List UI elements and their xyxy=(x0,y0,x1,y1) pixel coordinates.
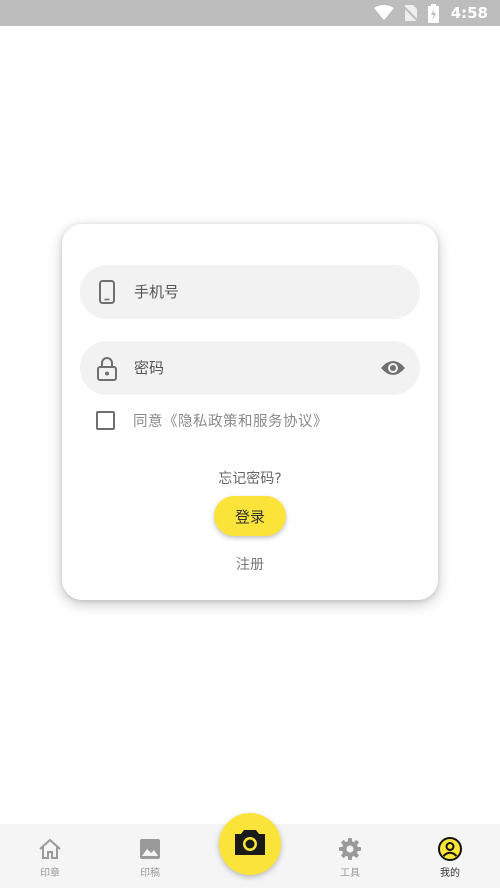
nav-item-tools[interactable]: 工具 xyxy=(320,824,380,884)
forgot-password-link[interactable]: 忘记密码? xyxy=(62,468,438,488)
profile-icon xyxy=(438,836,462,862)
nav-item-seal[interactable]: 印章 xyxy=(20,824,80,884)
agree-checkbox[interactable] xyxy=(96,411,115,430)
nav-label-draft: 印稿 xyxy=(140,868,160,879)
lock-icon xyxy=(96,355,118,381)
status-time: 4:58 xyxy=(450,4,488,22)
phone-field[interactable] xyxy=(80,265,420,319)
gear-icon xyxy=(338,836,362,862)
status-bar: 4:58 xyxy=(0,0,500,26)
login-screen: 4:58 手机号 同意《隐私政策和服务协议》 忘记密码? 登录 注册 印章 印稿… xyxy=(0,0,500,888)
login-card: 同意《隐私政策和服务协议》 忘记密码? 登录 注册 xyxy=(62,224,438,600)
password-field[interactable] xyxy=(80,341,420,395)
nav-label-tools: 工具 xyxy=(340,868,360,879)
home-icon xyxy=(38,836,62,862)
no-sim-icon xyxy=(403,4,418,22)
battery-charging-icon xyxy=(427,3,439,23)
phone-input[interactable] xyxy=(134,283,354,301)
nav-item-draft[interactable]: 印稿 xyxy=(120,824,180,884)
nav-label-mine: 我的 xyxy=(440,868,460,879)
image-icon xyxy=(139,836,161,862)
register-link[interactable]: 注册 xyxy=(62,554,438,574)
camera-icon xyxy=(233,828,267,860)
nav-label-seal: 印章 xyxy=(40,868,60,879)
agree-row: 同意《隐私政策和服务协议》 xyxy=(96,410,328,431)
agree-text[interactable]: 同意《隐私政策和服务协议》 xyxy=(133,410,328,431)
phone-icon xyxy=(96,279,118,305)
camera-button[interactable] xyxy=(219,813,281,875)
nav-item-mine[interactable]: 我的 xyxy=(420,824,480,884)
login-button[interactable]: 登录 xyxy=(214,496,286,536)
wifi-icon xyxy=(373,5,394,21)
password-input[interactable] xyxy=(134,359,354,377)
eye-icon[interactable] xyxy=(380,356,406,380)
